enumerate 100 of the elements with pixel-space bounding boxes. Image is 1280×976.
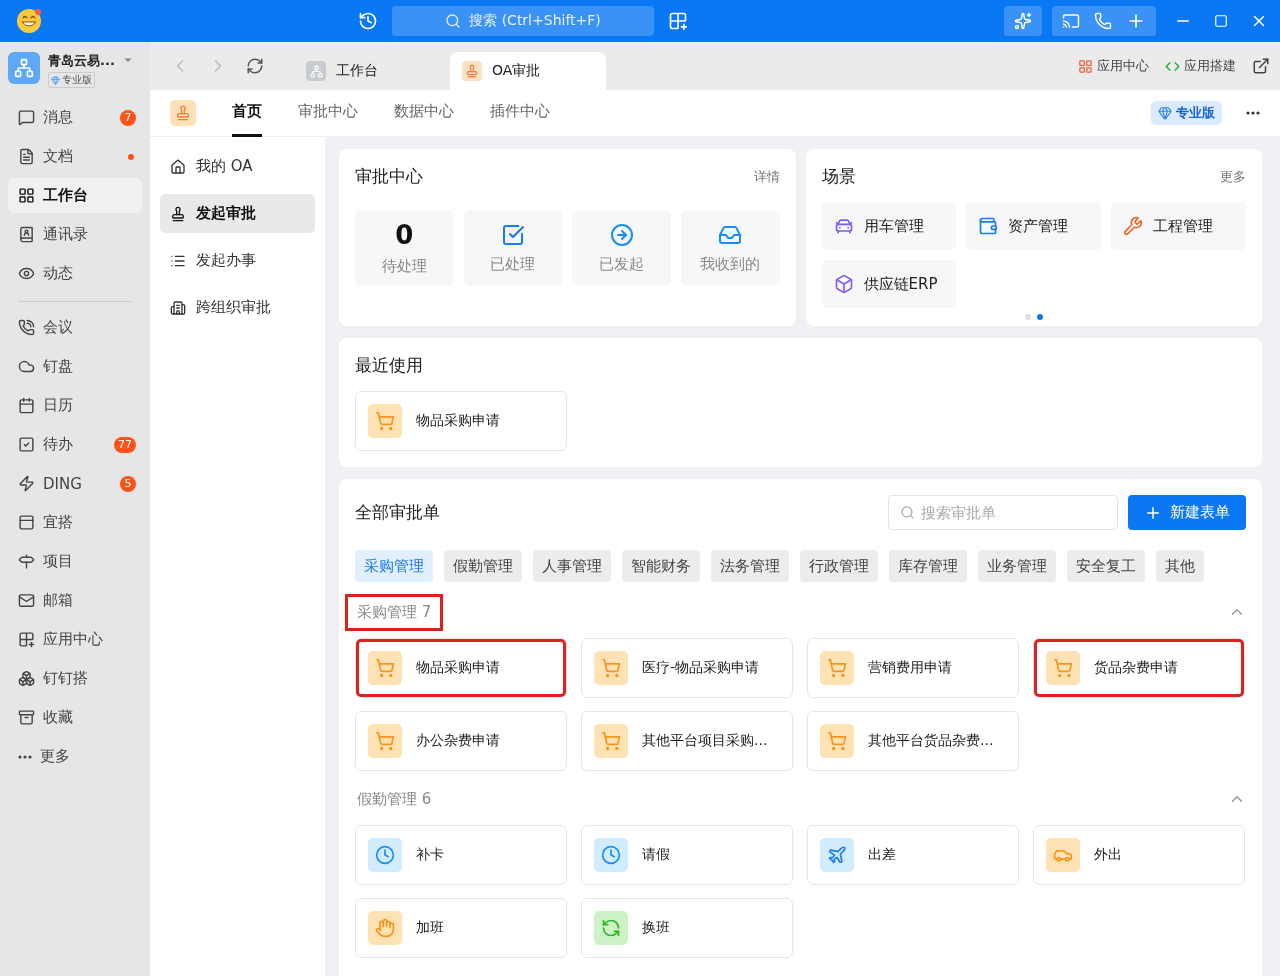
form-name: 外出 [1094, 846, 1122, 864]
mail-icon [18, 592, 35, 609]
category-tab[interactable]: 采购管理 [355, 550, 433, 582]
sidebar-item[interactable]: 收藏 [8, 700, 142, 735]
search-placeholder: 搜索 (Ctrl+Shift+F) [469, 12, 601, 30]
contacts-icon [18, 226, 35, 243]
phone-icon[interactable] [1094, 12, 1112, 30]
smiley-icon[interactable] [16, 8, 42, 34]
sidebar-label: 项目 [43, 552, 73, 571]
form-card[interactable]: 换班 [581, 898, 793, 958]
form-card[interactable]: 补卡 [355, 825, 567, 885]
form-card[interactable]: 其他平台项目采购... [581, 711, 793, 771]
sidebar-item[interactable]: 宜搭 [8, 505, 142, 540]
stat-tile[interactable]: 0 待处理 [355, 210, 454, 286]
diamond-icon [51, 75, 60, 85]
maximize-icon[interactable] [1214, 14, 1228, 28]
form-card[interactable]: 出差 [807, 825, 1019, 885]
menu-item[interactable]: 跨组织审批 [160, 288, 315, 327]
scene-tile[interactable]: 用车管理 [821, 202, 957, 250]
stamp-icon [170, 100, 196, 126]
sidebar-item[interactable]: 文档 [8, 139, 142, 174]
tab-label: OA审批 [492, 62, 541, 80]
pager-dot[interactable] [1024, 314, 1031, 320]
category-tab[interactable]: 人事管理 [533, 550, 611, 582]
scene-tile[interactable]: 资产管理 [966, 202, 1102, 250]
menu-item[interactable]: 我的 OA [160, 147, 315, 186]
refresh-icon[interactable] [246, 57, 264, 75]
browser-tab[interactable]: 工作台 [294, 52, 450, 90]
history-icon[interactable] [358, 11, 378, 31]
category-tab[interactable]: 智能财务 [622, 550, 700, 582]
sidebar-item[interactable]: 更多 [8, 739, 142, 774]
nav-tab[interactable]: 数据中心 [394, 89, 454, 137]
apps-add-icon [18, 631, 35, 648]
search-field[interactable]: 搜索审批单 [888, 495, 1118, 530]
plan-badge[interactable]: 专业版 [1151, 101, 1222, 125]
pager-dot[interactable] [1036, 314, 1043, 320]
more-link[interactable]: 更多 [1220, 167, 1246, 186]
form-card[interactable]: 医疗-物品采购申请 [581, 638, 793, 698]
form-card[interactable]: 外出 [1033, 825, 1245, 885]
scene-tile[interactable]: 工程管理 [1111, 202, 1246, 250]
document-icon [18, 148, 35, 165]
sidebar-item[interactable]: 项目 [8, 544, 142, 579]
sidebar-item[interactable]: DING 5 [8, 466, 142, 501]
category-tab[interactable]: 假勤管理 [444, 550, 522, 582]
category-tab[interactable]: 其他 [1156, 550, 1204, 582]
menu-label: 发起办事 [196, 251, 256, 270]
sidebar-item[interactable]: 动态 [8, 256, 142, 291]
cloud-icon [18, 358, 35, 375]
menu-item[interactable]: 发起审批 [160, 194, 315, 233]
form-name: 物品采购申请 [416, 659, 500, 677]
sidebar-item[interactable]: 应用中心 [8, 622, 142, 657]
sidebar-item[interactable]: 钉盘 [8, 349, 142, 384]
form-card[interactable]: 营销费用申请 [807, 638, 1019, 698]
sidebar-item[interactable]: 工作台 [8, 178, 142, 213]
apps-add-icon[interactable] [668, 11, 688, 31]
category-tab[interactable]: 安全复工 [1067, 550, 1145, 582]
form-card[interactable]: 物品采购申请 [355, 638, 567, 698]
new-form-button[interactable]: 新建表单 [1128, 495, 1246, 530]
eye-icon [18, 265, 35, 282]
sidebar-item[interactable]: 钉钉搭 [8, 661, 142, 696]
nav-tab[interactable]: 审批中心 [298, 89, 358, 137]
form-card[interactable]: 加班 [355, 898, 567, 958]
stat-label: 已发起 [599, 254, 645, 274]
scene-name: 资产管理 [1008, 216, 1069, 236]
form-card[interactable]: 货品杂费申请 [1033, 638, 1245, 698]
sidebar-item[interactable]: 日历 [8, 388, 142, 423]
sidebar-item[interactable]: 消息 7 [8, 100, 142, 135]
menu-item[interactable]: 发起办事 [160, 241, 315, 280]
nav-tab[interactable]: 插件中心 [490, 89, 550, 137]
sidebar-label: 工作台 [43, 186, 88, 205]
sidebar-item[interactable]: 邮箱 [8, 583, 142, 618]
form-card[interactable]: 物品采购申请 [355, 391, 567, 451]
category-tab[interactable]: 库存管理 [889, 550, 967, 582]
form-card[interactable]: 办公杂费申请 [355, 711, 567, 771]
toolbar-link[interactable]: 应用中心 [1078, 57, 1149, 75]
sidebar-item[interactable]: 会议 [8, 310, 142, 345]
category-tab[interactable]: 业务管理 [978, 550, 1056, 582]
sidebar-label: 动态 [43, 264, 73, 283]
stat-count: 0 [395, 220, 414, 249]
category-tab[interactable]: 行政管理 [800, 550, 878, 582]
diamond-icon [1158, 106, 1172, 120]
ai-button[interactable] [1004, 6, 1042, 36]
sparkle-icon [1014, 12, 1032, 30]
details-link[interactable]: 详情 [753, 167, 780, 186]
toolbar-link[interactable]: 应用搭建 [1165, 57, 1236, 75]
browser-tab[interactable]: OA审批 [450, 52, 606, 90]
popout-icon[interactable] [1252, 57, 1270, 75]
wrench-icon [1123, 216, 1144, 236]
form-card[interactable]: 其他平台货品杂费... [807, 711, 1019, 771]
org-name[interactable]: 青岛云易... [48, 52, 115, 70]
sidebar-item[interactable]: 待办 77 [8, 427, 142, 462]
cart-icon [1046, 651, 1080, 685]
org-avatar[interactable] [8, 52, 40, 84]
form-card[interactable]: 请假 [581, 825, 793, 885]
sidebar-label: 日历 [43, 396, 73, 415]
sidebar-item[interactable]: 通讯录 [8, 217, 142, 252]
category-tab[interactable]: 法务管理 [711, 550, 789, 582]
screen-cast-icon[interactable] [1062, 12, 1080, 30]
scene-tile[interactable]: 供应链ERP [821, 260, 957, 308]
car-icon [1046, 838, 1080, 872]
